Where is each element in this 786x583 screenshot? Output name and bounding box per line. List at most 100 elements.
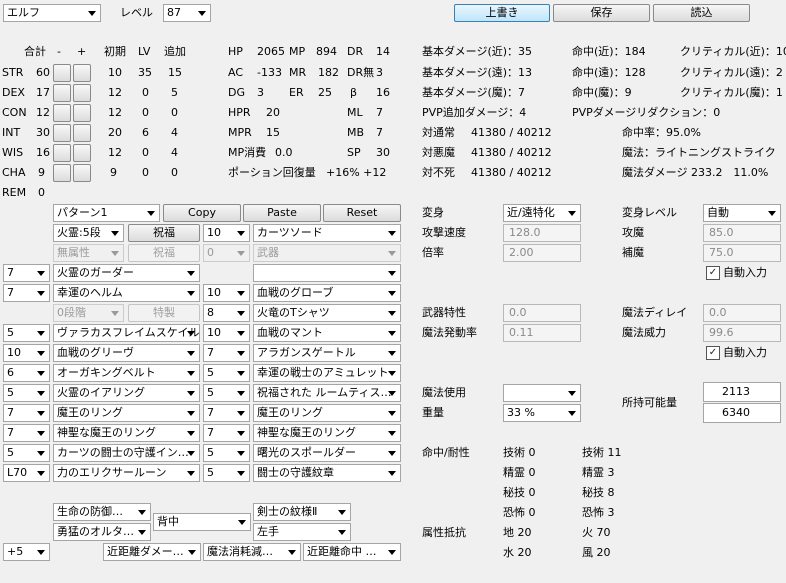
- beta-value: 16: [376, 86, 390, 99]
- near-hit-select[interactable]: 近距離命中 …: [303, 543, 401, 561]
- transform-select[interactable]: 近/遠特化: [503, 204, 581, 222]
- equip-select[interactable]: 力のエリクサールーン: [53, 464, 200, 482]
- equip-level-select[interactable]: 7: [3, 284, 50, 302]
- life-defense-select[interactable]: 生命の防御…: [53, 503, 151, 521]
- equip2-select[interactable]: 闘士の守護紋章: [253, 464, 401, 482]
- fear-resist: 恐怖 3: [582, 506, 615, 519]
- equip2-select[interactable]: 幸運の戦士のアミュレット: [253, 364, 401, 382]
- equip-select[interactable]: カーツの闘士の守護イン…: [53, 444, 200, 462]
- critical-near: クリティカル(近)：100: [680, 45, 786, 58]
- equip2-select[interactable]: 神聖な魔王のリング: [253, 424, 401, 442]
- equip2-select[interactable]: 血戦のグローブ: [253, 284, 401, 302]
- left-hand-select[interactable]: 左手: [253, 523, 351, 541]
- equip2-level-select[interactable]: 10: [203, 324, 250, 342]
- equip-select[interactable]: 幸運のヘルム: [53, 284, 200, 302]
- equip2-level-select[interactable]: 5: [203, 364, 250, 382]
- weight-select[interactable]: 33 %: [503, 404, 581, 422]
- stat-minus-button[interactable]: [53, 104, 71, 122]
- equip2-select[interactable]: 魔王のリング: [253, 404, 401, 422]
- equip2-level-select[interactable]: 10: [203, 284, 250, 302]
- stat-minus-button[interactable]: [53, 64, 71, 82]
- equip2-level-select[interactable]: 7: [203, 344, 250, 362]
- transform-level-select[interactable]: 自動: [703, 204, 781, 222]
- stat-minus-button[interactable]: [53, 144, 71, 162]
- stat-plus-button[interactable]: [73, 164, 91, 182]
- magic-delay-label: 魔法ディレイ: [622, 306, 688, 319]
- equip-select[interactable]: 火霊のイアリング: [53, 384, 200, 402]
- swordsman-pattern-select[interactable]: 剣士の紋様Ⅱ: [253, 503, 351, 521]
- stat-plus-button[interactable]: [73, 144, 91, 162]
- equip2-select[interactable]: 祝福された ルームティス…: [253, 384, 401, 402]
- equip-select[interactable]: ヴァラカスフレイムスケイル…: [53, 324, 200, 342]
- magic-rate-field: 0.11: [503, 324, 581, 342]
- equip-level-select[interactable]: L70: [3, 464, 50, 482]
- equip2-level-select[interactable]: 5: [203, 464, 250, 482]
- equip2-level-select[interactable]: 5: [203, 384, 250, 402]
- stat-plus-button[interactable]: [73, 124, 91, 142]
- stat-total: 12: [36, 106, 50, 119]
- pattern-select[interactable]: パターン1: [53, 204, 160, 222]
- equip-select[interactable]: オーガキングベルト: [53, 364, 200, 382]
- base-damage-far: 基本ダメージ(遠)：13: [422, 66, 533, 79]
- copy-button[interactable]: Copy: [163, 204, 241, 222]
- load-button[interactable]: 読込: [653, 4, 750, 22]
- assist-magic-label: 補魔: [622, 246, 644, 259]
- equip-level-select[interactable]: 6: [3, 364, 50, 382]
- equip-level-select[interactable]: 5: [3, 384, 50, 402]
- reset-button[interactable]: Reset: [323, 204, 401, 222]
- equip-select[interactable]: 神聖な魔王のリング: [53, 424, 200, 442]
- stat-name: DEX: [2, 86, 25, 99]
- back-select[interactable]: 背中: [153, 513, 251, 531]
- equip2-select[interactable]: 血戦のマント: [253, 324, 401, 342]
- ac-label: AC: [228, 66, 244, 79]
- plus-header: +: [77, 45, 87, 58]
- stat-minus-button[interactable]: [53, 84, 71, 102]
- equip2-select[interactable]: [253, 264, 401, 282]
- equip-select[interactable]: 魔王のリング: [53, 404, 200, 422]
- equip-level-select[interactable]: 7: [3, 424, 50, 442]
- equip2-level-select[interactable]: 8: [203, 304, 250, 322]
- equip2-level-select[interactable]: 7: [203, 404, 250, 422]
- equip-level-select[interactable]: 5: [3, 324, 50, 342]
- equip-level-select[interactable]: 7: [3, 404, 50, 422]
- stat-minus-button[interactable]: [53, 124, 71, 142]
- brave-altar-select[interactable]: 勇猛のオルタ…: [53, 523, 151, 541]
- magic-use-select[interactable]: [503, 384, 581, 402]
- weapon-bless-button[interactable]: 祝福: [128, 224, 200, 242]
- attribute-resist-label: 属性抵抗: [422, 526, 466, 539]
- potion-label: ポーション回復量: [228, 166, 316, 179]
- save-button[interactable]: 保存: [553, 4, 650, 22]
- race-select[interactable]: エルフ: [3, 4, 101, 22]
- mp-reduce-select[interactable]: 魔法消耗減…: [203, 543, 301, 561]
- hit-magic: 命中(魔)：9: [572, 86, 632, 99]
- auto-input-checkbox-2[interactable]: 自動入力: [706, 346, 767, 360]
- assist-magic-field: 75.0: [703, 244, 781, 262]
- bonus-level-select[interactable]: +5: [3, 543, 50, 561]
- near-damage-select[interactable]: 近距離ダメー…: [103, 543, 201, 561]
- stat-plus-button[interactable]: [73, 104, 91, 122]
- stat-minus-button[interactable]: [53, 164, 71, 182]
- paste-button[interactable]: Paste: [243, 204, 321, 222]
- auto-input-checkbox[interactable]: 自動入力: [706, 266, 767, 280]
- mp-label: MP: [289, 45, 306, 58]
- overwrite-button[interactable]: 上書き: [454, 4, 550, 22]
- equip2-select[interactable]: 曙光のスポールダー: [253, 444, 401, 462]
- weapon-level-select[interactable]: 10: [203, 224, 250, 242]
- equip2-select[interactable]: アラガンスゲートル: [253, 344, 401, 362]
- weapon-select[interactable]: カーツソード: [253, 224, 401, 242]
- stat-plus-button[interactable]: [73, 64, 91, 82]
- equip2-level-select[interactable]: 5: [203, 444, 250, 462]
- vs-undead-value: 41380 / 40212: [471, 166, 552, 179]
- stat-plus-button[interactable]: [73, 84, 91, 102]
- equip-level-select[interactable]: 7: [3, 264, 50, 282]
- equip-select[interactable]: 血戦のグリーヴ: [53, 344, 200, 362]
- equip-select[interactable]: 火霊のガーダー: [53, 264, 200, 282]
- mpr-value: 15: [266, 126, 280, 139]
- equip-level-select[interactable]: 10: [3, 344, 50, 362]
- dr-value: 14: [376, 45, 390, 58]
- weapon-enchant-select[interactable]: 火霊:5段: [53, 224, 124, 242]
- equip-level-select[interactable]: 5: [3, 444, 50, 462]
- equip2-select[interactable]: 火竜のTシャツ: [253, 304, 401, 322]
- level-select[interactable]: 87: [163, 4, 211, 22]
- equip2-level-select[interactable]: 7: [203, 424, 250, 442]
